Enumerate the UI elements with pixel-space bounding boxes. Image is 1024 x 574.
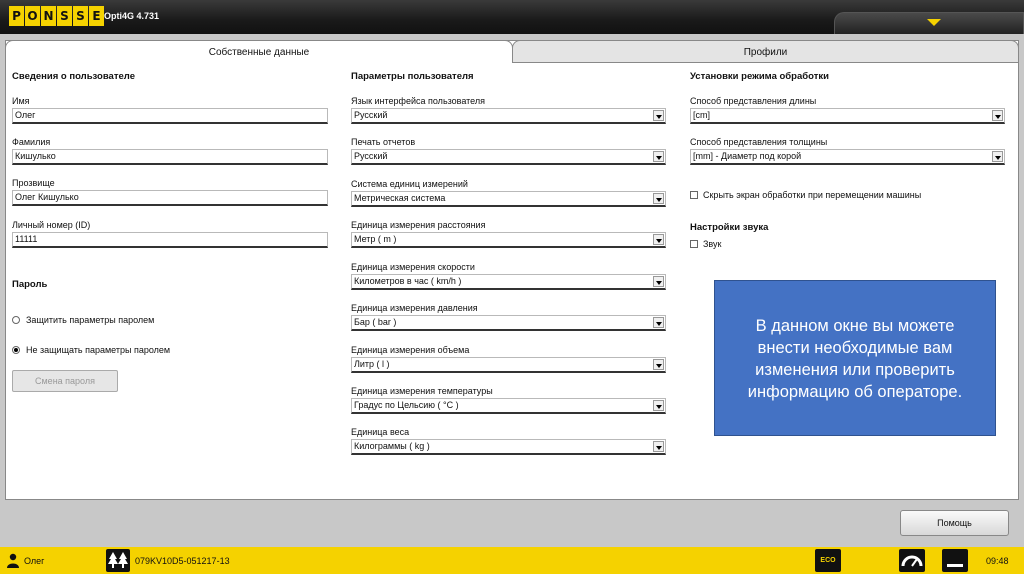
length-display-label: Способ представления длины	[690, 96, 817, 106]
help-button[interactable]: Помощь	[900, 510, 1009, 536]
screen-minimize-icon[interactable]	[942, 549, 968, 572]
radio-protect-password-label: Защитить параметры паролем	[26, 315, 155, 325]
status-bar: Олег 079KV10D5-051217-13 ECO 09:48	[0, 547, 1024, 574]
radio-no-password[interactable]	[12, 346, 20, 354]
user-info-header: Сведения о пользователе	[12, 71, 135, 82]
chevron-down-icon	[992, 110, 1003, 121]
ui-language-select[interactable]: Русский	[351, 108, 666, 124]
hide-processing-label: Скрыть экран обработки при перемещении м…	[703, 190, 922, 200]
trees-icon[interactable]	[106, 549, 130, 572]
distance-unit-select[interactable]: Метр ( m )	[351, 232, 666, 248]
menu-triangle-icon	[927, 19, 941, 26]
weight-unit-label: Единица веса	[351, 427, 410, 437]
nickname-field[interactable]: Олег Кишулько	[12, 190, 328, 206]
last-name-field[interactable]: Кишулько	[12, 149, 328, 165]
nickname-label: Прозвище	[12, 178, 55, 188]
report-print-label: Печать отчетов	[351, 137, 416, 147]
first-name-label: Имя	[12, 96, 30, 106]
sound-checkbox[interactable]	[690, 240, 698, 248]
main-menu-tab[interactable]	[834, 12, 1024, 34]
user-params-header: Параметры пользователя	[351, 71, 474, 82]
tab-own-data[interactable]: Собственные данные	[5, 40, 513, 63]
radio-no-password-label: Не защищать параметры паролем	[26, 345, 171, 355]
unit-system-label: Система единиц измерений	[351, 179, 468, 189]
chevron-down-icon	[653, 151, 664, 162]
chevron-down-icon	[653, 276, 664, 287]
personal-id-field[interactable]: 11111	[12, 232, 328, 248]
length-display-select[interactable]: [cm]	[690, 108, 1005, 124]
chevron-down-icon	[653, 110, 664, 121]
speed-unit-select[interactable]: Километров в час ( km/h )	[351, 274, 666, 290]
chevron-down-icon	[653, 400, 664, 411]
thickness-display-label: Способ представления толщины	[690, 137, 828, 147]
processing-header: Установки режима обработки	[690, 71, 829, 82]
hide-processing-checkbox[interactable]	[690, 191, 698, 199]
volume-unit-select[interactable]: Литр ( l )	[351, 357, 666, 373]
eco-button[interactable]: ECO	[815, 549, 841, 572]
info-callout: В данном окне вы можете внести необходим…	[714, 280, 996, 436]
sound-header: Настройки звука	[690, 222, 769, 233]
user-icon	[7, 553, 19, 568]
ponsse-logo: P O N S S E	[9, 6, 104, 26]
first-name-field[interactable]: Олег	[12, 108, 328, 124]
change-password-button[interactable]: Смена пароля	[12, 370, 118, 392]
weight-unit-select[interactable]: Килограммы ( kg )	[351, 439, 666, 455]
pressure-unit-label: Единица измерения давления	[351, 303, 478, 313]
title-bar: P O N S S E Opti4G 4.731	[0, 0, 1024, 34]
distance-unit-label: Единица измерения расстояния	[351, 220, 486, 230]
speedometer-icon[interactable]	[899, 549, 925, 572]
speed-unit-label: Единица измерения скорости	[351, 262, 475, 272]
chevron-down-icon	[653, 234, 664, 245]
app-title: Opti4G 4.731	[104, 11, 160, 21]
machine-id: 079KV10D5-051217-13	[135, 556, 230, 566]
unit-system-select[interactable]: Метрическая система	[351, 191, 666, 207]
temperature-unit-select[interactable]: Градус по Цельсию ( °C )	[351, 398, 666, 414]
chevron-down-icon	[653, 317, 664, 328]
clock: 09:48	[986, 556, 1009, 566]
chevron-down-icon	[653, 359, 664, 370]
chevron-down-icon	[653, 193, 664, 204]
thickness-display-select[interactable]: [mm] - Диаметр под корой	[690, 149, 1005, 165]
tab-profiles[interactable]: Профили	[512, 40, 1019, 63]
chevron-down-icon	[992, 151, 1003, 162]
personal-id-label: Личный номер (ID)	[12, 220, 91, 230]
pressure-unit-select[interactable]: Бар ( bar )	[351, 315, 666, 331]
chevron-down-icon	[653, 441, 664, 452]
password-header: Пароль	[12, 279, 48, 290]
report-print-select[interactable]: Русский	[351, 149, 666, 165]
last-name-label: Фамилия	[12, 137, 51, 147]
ui-language-label: Язык интерфейса пользователя	[351, 96, 485, 106]
radio-protect-password[interactable]	[12, 316, 20, 324]
sound-label: Звук	[703, 239, 722, 249]
volume-unit-label: Единица измерения объема	[351, 345, 470, 355]
temperature-unit-label: Единица измерения температуры	[351, 386, 493, 396]
status-user: Олег	[24, 556, 45, 566]
